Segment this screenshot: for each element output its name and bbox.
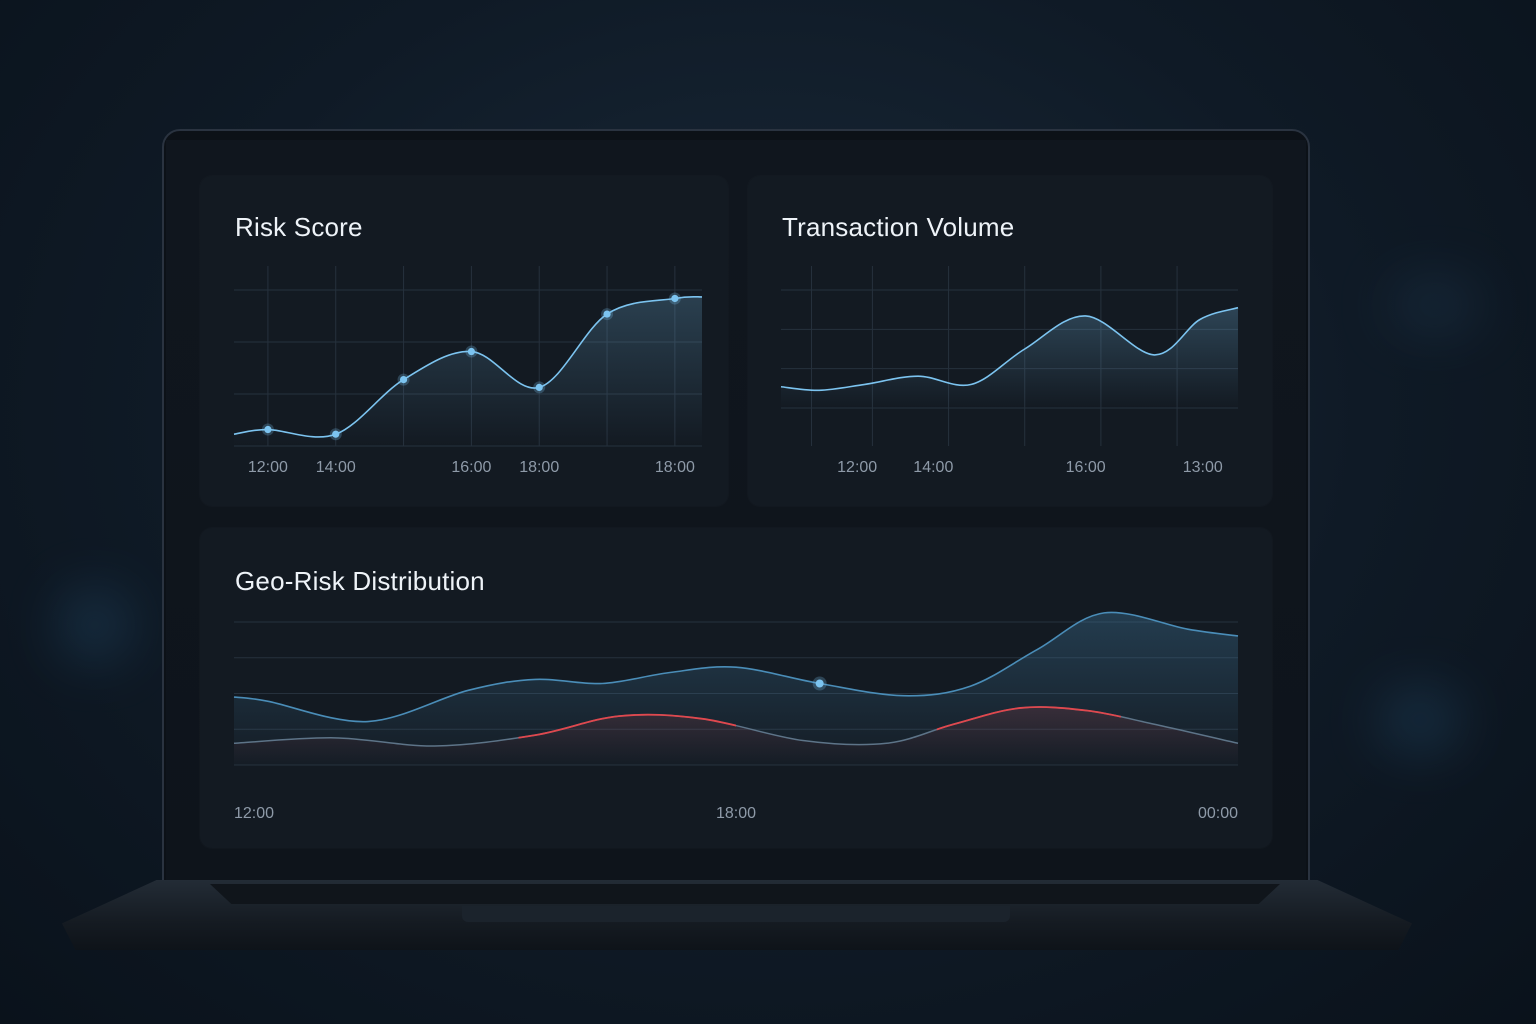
x-tick-label: 18:00 — [519, 459, 559, 476]
dashboard-screen: Risk Score 12:00 14:00 16:00 18:00 18:00 Tra… — [166, 140, 1306, 880]
geo-risk-panel: Geo-Risk Distribution 12:00 18:00 00:00 — [200, 528, 1272, 848]
x-tick-label: 14:00 — [913, 459, 953, 476]
risk-score-chart: 12:00 14:00 16:00 18:00 18:00 — [233, 266, 703, 476]
transaction-volume-panel: Transaction Volume 12:00 14:00 16:00 13:00 — [748, 176, 1272, 506]
x-tick-label: 00:00 — [1198, 805, 1238, 822]
data-point — [264, 425, 272, 434]
data-point — [399, 376, 408, 384]
x-tick-label: 18:00 — [655, 459, 695, 476]
trackpad — [462, 906, 1010, 922]
x-tick-label: 12:00 — [837, 459, 877, 476]
data-point — [815, 679, 824, 688]
area-fill — [781, 307, 1238, 408]
transaction-volume-chart: 12:00 14:00 16:00 13:00 — [780, 266, 1239, 476]
x-tick-label: 18:00 — [716, 805, 756, 822]
risk-score-panel: Risk Score 12:00 14:00 16:00 18:00 18:00 — [200, 176, 728, 506]
data-point — [332, 430, 340, 438]
background-glow — [1380, 690, 1460, 750]
x-tick-label: 12:00 — [248, 459, 288, 476]
keyboard-hinge — [210, 884, 1280, 904]
background-glow — [60, 590, 130, 660]
data-point — [603, 310, 611, 318]
data-point — [671, 294, 679, 303]
x-tick-label: 12:00 — [234, 805, 274, 822]
data-point — [535, 383, 543, 391]
x-tick-label: 16:00 — [1066, 459, 1106, 476]
x-tick-label: 13:00 — [1183, 459, 1223, 476]
data-point — [467, 347, 475, 356]
x-tick-label: 14:00 — [316, 459, 356, 476]
background-glow — [1390, 280, 1480, 330]
area-fill — [234, 296, 702, 446]
x-tick-label: 16:00 — [451, 459, 491, 476]
geo-risk-chart: 12:00 18:00 00:00 — [233, 611, 1239, 822]
